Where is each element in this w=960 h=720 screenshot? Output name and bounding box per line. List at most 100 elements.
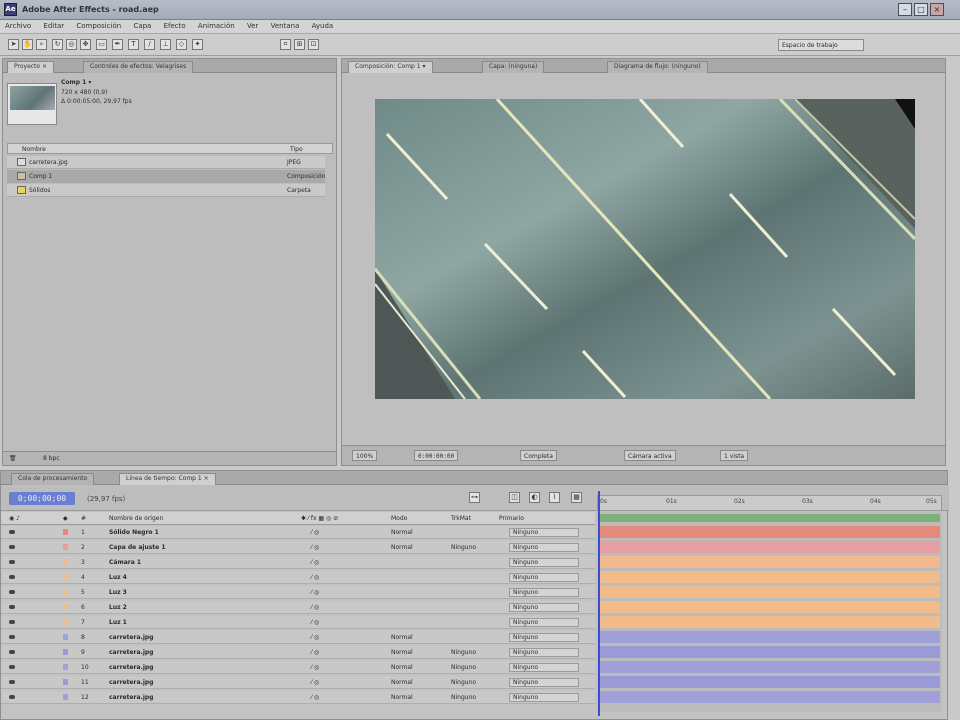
layer-switches-icon[interactable]: ⁄ ◎ <box>311 694 319 701</box>
layer-duration-bar[interactable] <box>599 691 940 703</box>
views-dropdown[interactable]: 1 vista <box>720 450 749 461</box>
layer-parent[interactable]: Ninguno <box>513 649 538 656</box>
layer-mode[interactable]: Normal <box>391 649 413 656</box>
eye-icon[interactable] <box>9 575 15 579</box>
menu-animacion[interactable]: Animación <box>193 20 240 32</box>
label-color-swatch[interactable] <box>63 559 68 565</box>
layer-row[interactable]: 12 carretera.jpg ⁄ ◎ Normal Ninguno Ninguno <box>1 691 595 704</box>
eye-icon[interactable] <box>9 665 15 669</box>
menu-archivo[interactable]: Archivo <box>0 20 36 32</box>
pen-tool-icon[interactable]: ✒ <box>112 39 123 50</box>
hand-tool-icon[interactable]: ✋ <box>22 39 33 50</box>
draft-3d-icon[interactable]: ◫ <box>509 492 520 503</box>
layer-duration-bar[interactable] <box>599 541 940 553</box>
project-item[interactable]: carretera.jpg JPEG <box>7 156 325 169</box>
tab-effect-controls[interactable]: Controles de efectos: Velagrises <box>83 61 194 73</box>
label-color-swatch[interactable] <box>63 679 68 685</box>
layer-switches-icon[interactable]: ⁄ ◎ <box>311 544 319 551</box>
layer-name[interactable]: carretera.jpg <box>109 694 153 701</box>
tab-render-queue[interactable]: Cola de procesamiento <box>11 473 95 485</box>
eye-icon[interactable] <box>9 680 15 684</box>
menu-ver[interactable]: Ver <box>242 20 263 32</box>
layer-row[interactable]: 4 Luz 4 ⁄ ◎ Ninguno <box>1 571 595 584</box>
axis-world-icon[interactable]: ⊞ <box>294 39 305 50</box>
layer-trkmat[interactable]: Ninguno <box>451 544 476 551</box>
layer-trkmat[interactable]: Ninguno <box>451 694 476 701</box>
layer-duration-bar[interactable] <box>599 661 940 673</box>
menu-ayuda[interactable]: Ayuda <box>307 20 339 32</box>
time-ruler[interactable]: 0s 01s 02s 03s 04s 05s <box>597 495 942 511</box>
eye-icon[interactable] <box>9 650 15 654</box>
selection-tool-icon[interactable]: ➤ <box>8 39 19 50</box>
layer-trkmat[interactable]: Ninguno <box>451 664 476 671</box>
layer-row[interactable]: 9 carretera.jpg ⁄ ◎ Normal Ninguno Ninguno <box>1 646 595 659</box>
layer-duration-bar[interactable] <box>599 646 940 658</box>
layer-parent[interactable]: Ninguno <box>513 634 538 641</box>
layer-switches-icon[interactable]: ⁄ ◎ <box>311 529 319 536</box>
layer-parent[interactable]: Ninguno <box>513 544 538 551</box>
project-item[interactable]: Comp 1 Composición <box>7 170 325 183</box>
layer-name[interactable]: carretera.jpg <box>109 634 153 641</box>
menu-efecto[interactable]: Efecto <box>159 20 191 32</box>
layer-row[interactable]: 5 Luz 3 ⁄ ◎ Ninguno <box>1 586 595 599</box>
column-type[interactable]: Tipo <box>290 146 303 153</box>
tab-layer[interactable]: Capa: (ninguna) <box>482 61 545 73</box>
workspace-dropdown[interactable]: Espacio de trabajo <box>778 39 864 51</box>
work-area-bar[interactable] <box>599 514 940 522</box>
layer-switches-icon[interactable]: ⁄ ◎ <box>311 634 319 641</box>
project-item[interactable]: Sólidos Carpeta <box>7 184 325 197</box>
layer-name[interactable]: Luz 1 <box>109 619 127 626</box>
layer-switches-icon[interactable]: ⁄ ◎ <box>311 559 319 566</box>
eye-icon[interactable] <box>9 590 15 594</box>
layer-row[interactable]: 7 Luz 1 ⁄ ◎ Ninguno <box>1 616 595 629</box>
layer-switches-icon[interactable]: ⁄ ◎ <box>311 589 319 596</box>
layer-parent[interactable]: Ninguno <box>513 559 538 566</box>
layer-mode[interactable]: Normal <box>391 634 413 641</box>
layer-parent[interactable]: Ninguno <box>513 589 538 596</box>
layer-parent[interactable]: Ninguno <box>513 619 538 626</box>
label-color-swatch[interactable] <box>63 589 68 595</box>
layer-parent[interactable]: Ninguno <box>513 679 538 686</box>
layer-name[interactable]: Luz 4 <box>109 574 127 581</box>
layer-name[interactable]: Cámara 1 <box>109 559 141 566</box>
composition-viewer[interactable] <box>375 99 915 399</box>
camera-tool-icon[interactable]: ◎ <box>66 39 77 50</box>
layer-duration-bar[interactable] <box>599 526 940 538</box>
trash-icon[interactable]: 🗑 <box>9 455 17 462</box>
eye-icon[interactable] <box>9 695 15 699</box>
label-color-swatch[interactable] <box>63 574 68 580</box>
layer-mode[interactable]: Normal <box>391 664 413 671</box>
layer-duration-bar[interactable] <box>599 631 940 643</box>
layer-duration-bar[interactable] <box>599 556 940 568</box>
column-mode[interactable]: Modo <box>391 515 407 522</box>
eye-icon[interactable] <box>9 560 15 564</box>
layer-parent[interactable]: Ninguno <box>513 574 538 581</box>
eye-icon[interactable] <box>9 545 15 549</box>
zoom-tool-icon[interactable]: ⌕ <box>36 39 47 50</box>
frame-blending-icon[interactable]: ▦ <box>571 492 582 503</box>
zoom-dropdown[interactable]: 100% <box>352 450 378 461</box>
column-parent[interactable]: Primario <box>499 515 524 522</box>
layer-switches-icon[interactable]: ⁄ ◎ <box>311 574 319 581</box>
tab-flowchart[interactable]: Diagrama de flujo: (ninguno) <box>607 61 708 73</box>
layer-name[interactable]: Sólido Negro 1 <box>109 529 159 536</box>
camera-dropdown[interactable]: Cámara activa <box>624 450 676 461</box>
layer-parent[interactable]: Ninguno <box>513 529 538 536</box>
current-time-indicator[interactable] <box>598 491 600 716</box>
layer-row[interactable]: 1 Sólido Negro 1 ⁄ ◎ Normal Ninguno <box>1 526 595 539</box>
close-button[interactable]: × <box>930 3 944 16</box>
layer-mode[interactable]: Normal <box>391 679 413 686</box>
tab-timeline[interactable]: Línea de tiempo: Comp 1 × <box>119 473 216 485</box>
eye-icon[interactable] <box>9 635 15 639</box>
axis-local-icon[interactable]: ⌗ <box>280 39 291 50</box>
maximize-button[interactable]: □ <box>914 3 928 16</box>
axis-view-icon[interactable]: ⊡ <box>308 39 319 50</box>
rotate-tool-icon[interactable]: ↻ <box>52 39 63 50</box>
column-source-name[interactable]: Nombre de origen <box>109 515 163 522</box>
rectangle-mask-tool-icon[interactable]: ▭ <box>96 39 107 50</box>
layer-switches-icon[interactable]: ⁄ ◎ <box>311 649 319 656</box>
label-color-swatch[interactable] <box>63 619 68 625</box>
layer-row[interactable]: 6 Luz 2 ⁄ ◎ Ninguno <box>1 601 595 614</box>
layer-row[interactable]: 10 carretera.jpg ⁄ ◎ Normal Ninguno Ninguno <box>1 661 595 674</box>
layer-duration-bar[interactable] <box>599 616 940 628</box>
